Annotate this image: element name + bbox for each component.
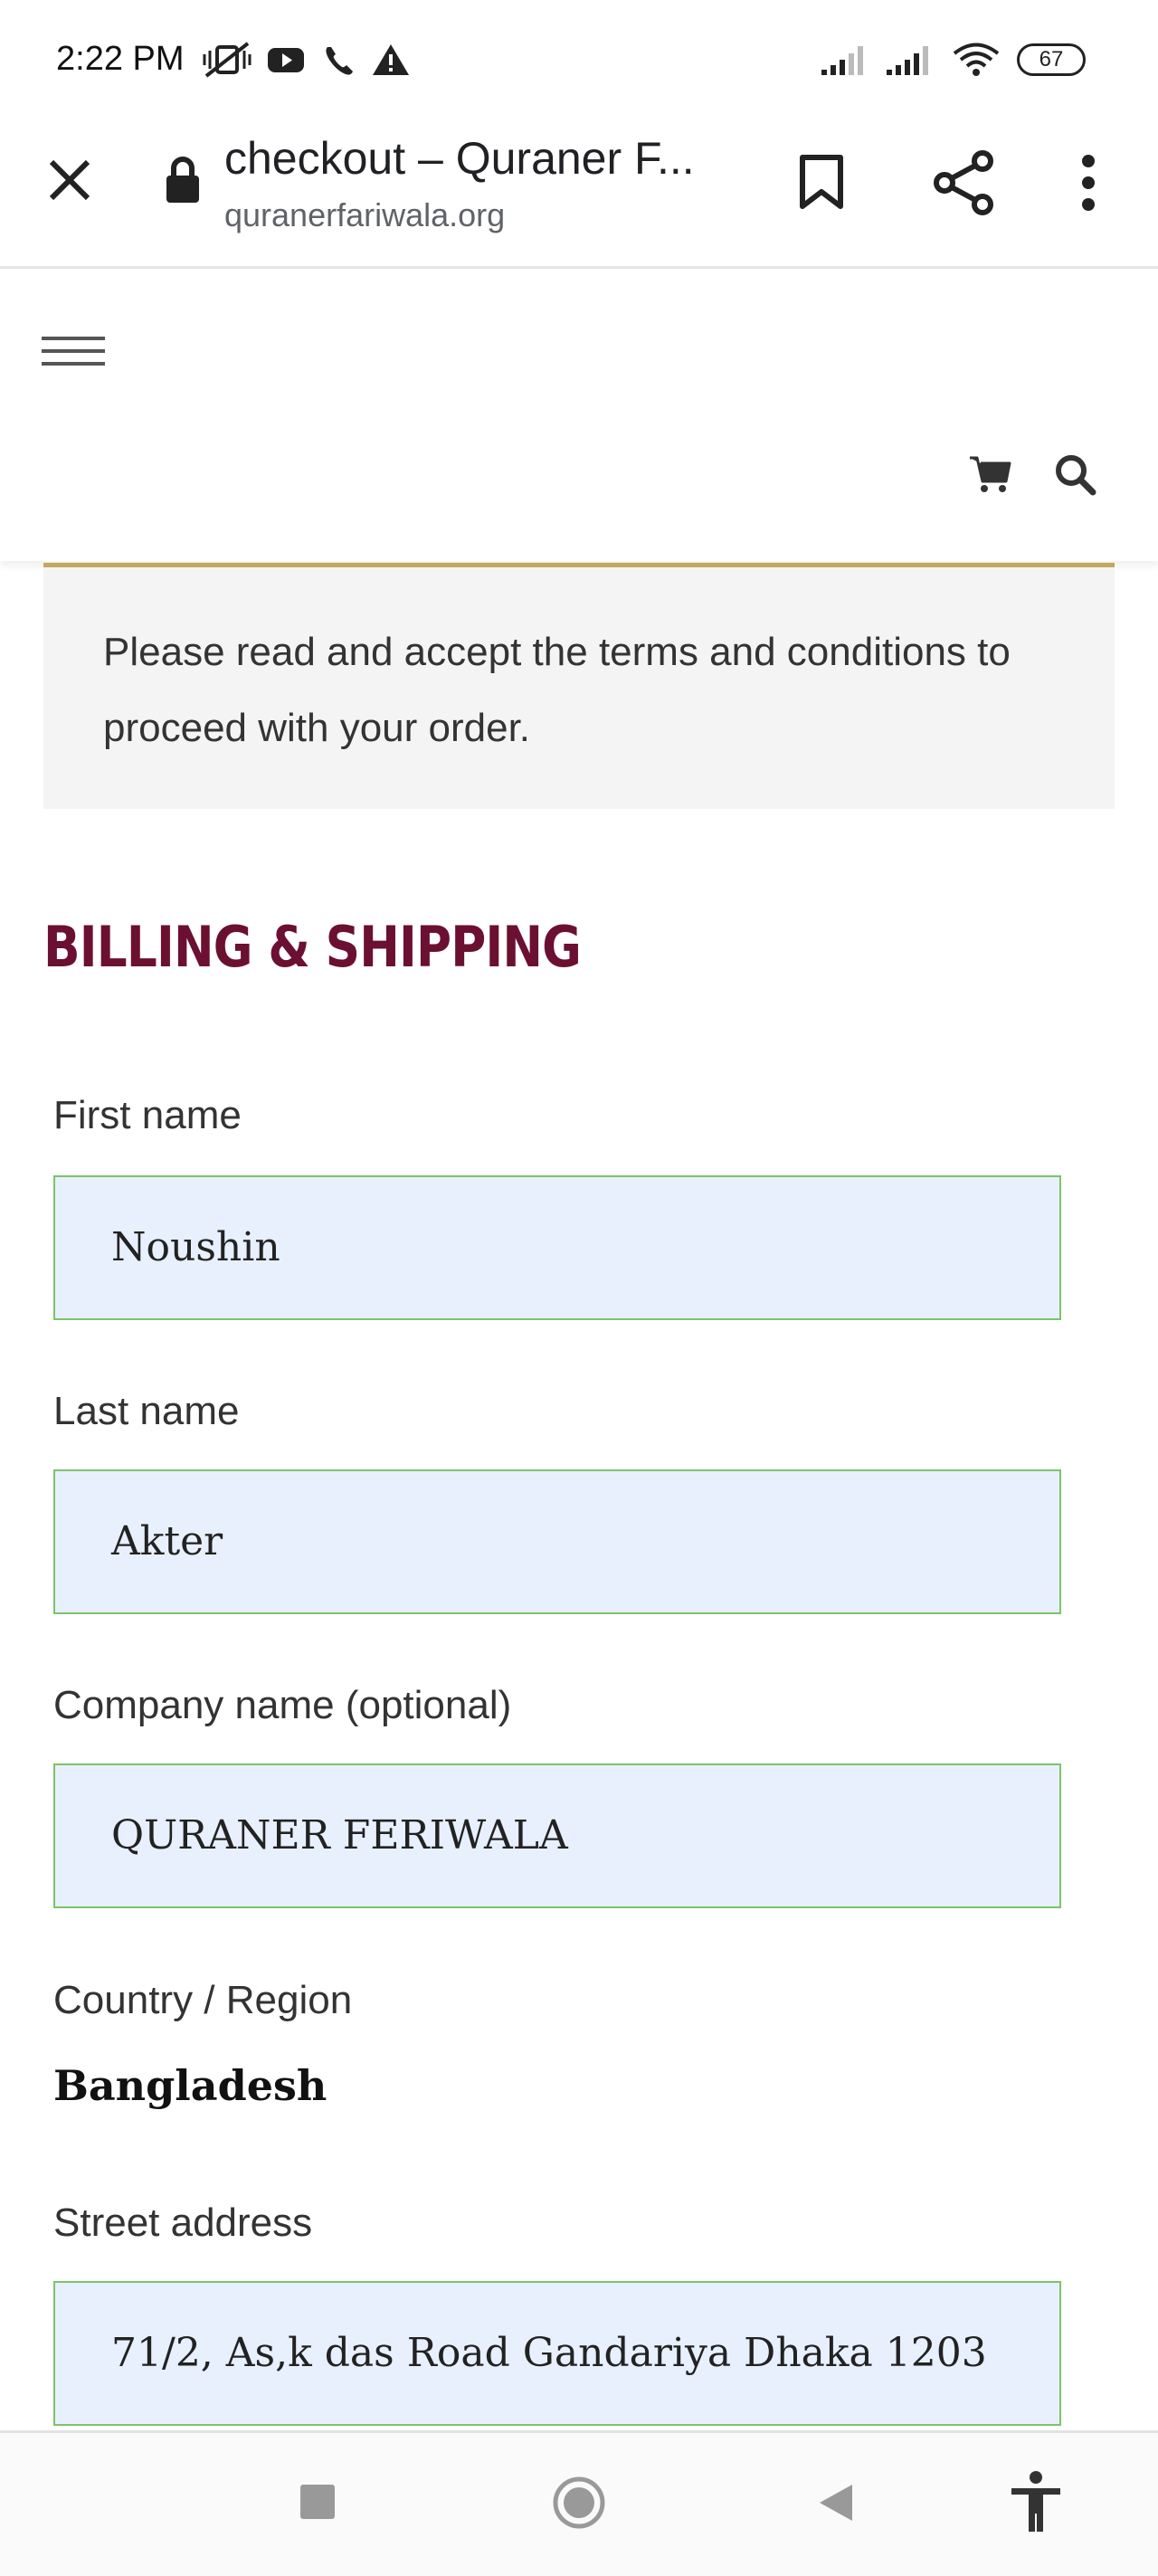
signal-icon [821, 46, 863, 75]
page-title: checkout – Quraner F... [224, 133, 695, 184]
status-bar: 2:22 PM 67 [0, 0, 1158, 118]
muted-vibrate-icon [203, 42, 252, 78]
battery-level: 67 [1039, 47, 1064, 71]
battery-icon: 67 [1017, 43, 1086, 76]
youtube-icon [268, 48, 304, 72]
street-address-field[interactable]: 71/2, As,k das Road Gandariya Dhaka 1203 [53, 2281, 1061, 2426]
recents-icon[interactable] [299, 2483, 337, 2521]
first-name-label: First name [53, 1093, 242, 1137]
hamburger-menu-icon[interactable] [42, 335, 105, 367]
close-icon[interactable] [47, 157, 92, 203]
billing-heading: BILLING & SHIPPING [43, 914, 582, 980]
signal-icon [887, 46, 928, 75]
status-time: 2:22 PM [56, 40, 185, 78]
last-name-label: Last name [53, 1389, 240, 1433]
lock-icon [166, 157, 199, 203]
cart-icon[interactable] [968, 454, 1011, 494]
terms-notice-text: Please read and accept the terms and con… [103, 630, 1011, 750]
company-name-field[interactable]: QURANER FERIWALA [53, 1763, 1061, 1908]
company-name-label: Company name (optional) [53, 1683, 512, 1727]
back-icon[interactable] [814, 2481, 856, 2524]
street-address-label: Street address [53, 2201, 313, 2245]
home-icon[interactable] [552, 2476, 606, 2530]
share-icon[interactable] [932, 150, 995, 215]
page-url: quranerfariwala.org [224, 196, 506, 233]
last-name-field[interactable]: Akter [53, 1469, 1061, 1614]
country-label: Country / Region [53, 1978, 353, 2022]
phone-icon [326, 47, 353, 75]
site-header [0, 269, 1158, 561]
accessibility-icon[interactable] [1008, 2470, 1064, 2533]
first-name-field[interactable]: Noushin [53, 1175, 1061, 1320]
terms-notice: Please read and accept the terms and con… [43, 563, 1115, 809]
country-value: Bangladesh [53, 2061, 327, 2110]
search-icon[interactable] [1053, 452, 1096, 496]
more-vert-icon[interactable] [1078, 154, 1098, 212]
bookmark-icon[interactable] [798, 154, 845, 210]
warning-icon [373, 44, 409, 75]
wifi-icon [953, 43, 1000, 76]
